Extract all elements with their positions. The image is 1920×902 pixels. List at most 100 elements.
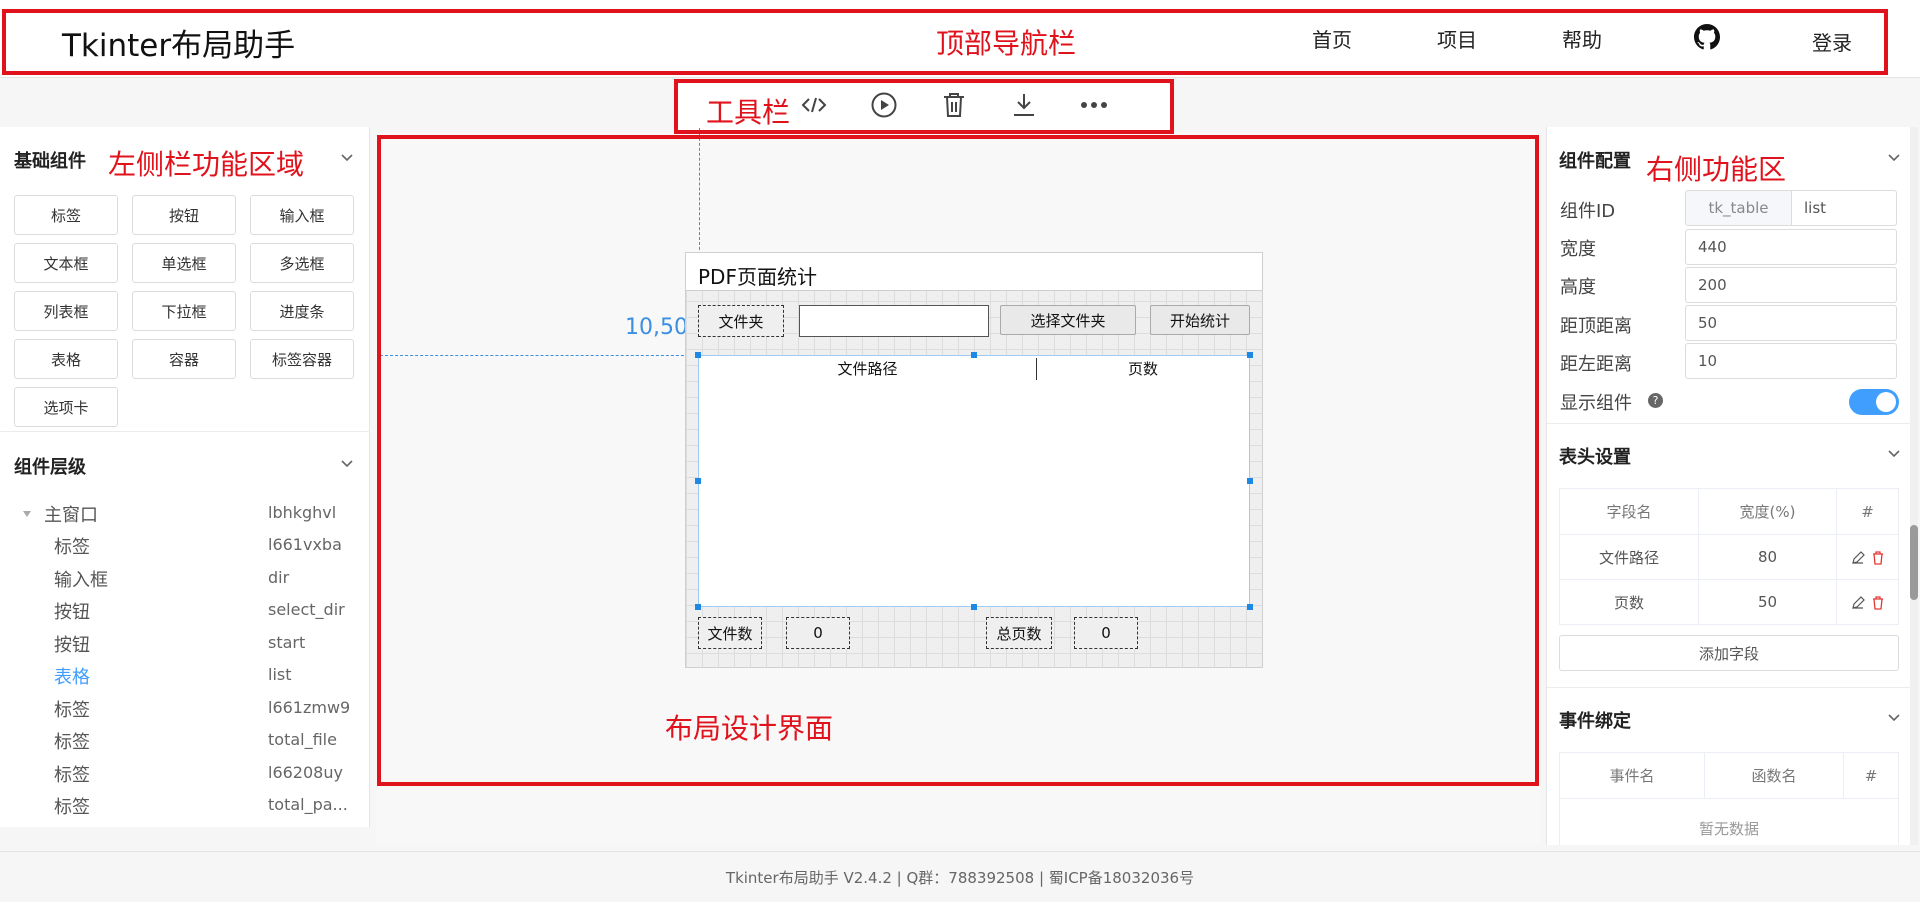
resize-handle[interactable] bbox=[971, 604, 977, 610]
right-scrollbar[interactable] bbox=[1910, 127, 1918, 845]
tree-item-label: 标签 bbox=[54, 765, 90, 786]
chevron-down-icon[interactable] bbox=[340, 457, 354, 471]
tree-item[interactable]: 标签 l66208uy bbox=[0, 761, 360, 791]
tree-item-selected[interactable]: 表格 list bbox=[0, 663, 360, 693]
header-row-field[interactable]: 文件路径 bbox=[1560, 535, 1698, 579]
tree-item[interactable]: 标签 l661vxba bbox=[0, 533, 360, 563]
tree-item-label: 标签 bbox=[54, 700, 90, 721]
widget-start-button[interactable]: 开始统计 bbox=[1150, 305, 1250, 335]
component-frame-button[interactable]: 容器 bbox=[132, 339, 236, 379]
component-entry-button[interactable]: 输入框 bbox=[250, 195, 354, 235]
resize-handle[interactable] bbox=[1247, 604, 1253, 610]
id-input[interactable]: list bbox=[1791, 190, 1897, 226]
basic-components-title[interactable]: 基础组件 bbox=[14, 147, 86, 173]
annotation-label-topbar: 顶部导航栏 bbox=[936, 27, 1077, 60]
footer: Tkinter布局助手 V2.4.2 | Q群：788392508 | 蜀ICP… bbox=[0, 851, 1920, 902]
show-component-label: 显示组件 bbox=[1560, 393, 1632, 414]
widget-folder-label[interactable]: 文件夹 bbox=[698, 305, 784, 337]
header-row-width[interactable]: 50 bbox=[1699, 580, 1836, 624]
guide-line-horizontal bbox=[380, 355, 699, 356]
login-link[interactable]: 登录 bbox=[1812, 27, 1852, 56]
left-sidebar: 基础组件 标签 按钮 输入框 文本框 单选框 多选框 列表框 下拉框 进度条 表… bbox=[0, 127, 370, 827]
event-table: 事件名 函数名 # 暂无数据 bbox=[1559, 752, 1899, 845]
chevron-down-icon[interactable] bbox=[1887, 711, 1901, 725]
widget-total-pages-label[interactable]: 总页数 bbox=[986, 617, 1052, 649]
tree-item[interactable]: 标签 total_file bbox=[0, 728, 360, 758]
event-binding-title[interactable]: 事件绑定 bbox=[1559, 707, 1631, 733]
event-col-actions: # bbox=[1864, 766, 1878, 785]
nav-projects[interactable]: 项目 bbox=[1437, 24, 1477, 53]
component-button-button[interactable]: 按钮 bbox=[132, 195, 236, 235]
add-field-button[interactable]: 添加字段 bbox=[1559, 635, 1899, 671]
tree-item[interactable]: 标签 l661zmw9 bbox=[0, 696, 360, 726]
edit-icon[interactable] bbox=[1851, 596, 1865, 610]
window-title[interactable]: PDF页面统计 bbox=[686, 253, 1262, 291]
height-input[interactable]: 200 bbox=[1685, 267, 1897, 303]
tree-item[interactable]: 按钮 start bbox=[0, 631, 360, 661]
table-header-pages: 页数 bbox=[1127, 359, 1158, 378]
show-component-toggle[interactable] bbox=[1849, 389, 1899, 415]
component-label-button[interactable]: 标签 bbox=[14, 195, 118, 235]
widget-table[interactable]: 文件路径 页数 bbox=[698, 355, 1250, 607]
resize-handle[interactable] bbox=[1247, 478, 1253, 484]
config-title[interactable]: 组件配置 bbox=[1559, 147, 1631, 173]
component-listbox-button[interactable]: 列表框 bbox=[14, 291, 118, 331]
tree-item-label: 表格 bbox=[54, 667, 90, 688]
widget-select-dir-button[interactable]: 选择文件夹 bbox=[1000, 305, 1136, 335]
component-checkbox-button[interactable]: 多选框 bbox=[250, 243, 354, 283]
header-row-field[interactable]: 页数 bbox=[1560, 580, 1698, 624]
left-offset-input[interactable]: 10 bbox=[1685, 343, 1897, 379]
resize-handle[interactable] bbox=[1247, 352, 1253, 358]
tree-item-label: 按钮 bbox=[54, 602, 90, 623]
design-window[interactable]: PDF页面统计 文件夹 选择文件夹 开始统计 文件路径 页数 文件数 0 总页数… bbox=[685, 252, 1263, 668]
tree-item[interactable]: 按钮 select_dir bbox=[0, 598, 360, 628]
resize-handle[interactable] bbox=[695, 352, 701, 358]
tree-item[interactable]: 标签 total_pa... bbox=[0, 793, 360, 823]
widget-total-pages-value[interactable]: 0 bbox=[1074, 617, 1138, 649]
divider bbox=[1547, 687, 1915, 688]
widget-file-count-value[interactable]: 0 bbox=[786, 617, 850, 649]
component-labelframe-button[interactable]: 标签容器 bbox=[250, 339, 354, 379]
top-offset-input[interactable]: 50 bbox=[1685, 305, 1897, 341]
header-settings-title[interactable]: 表头设置 bbox=[1559, 443, 1631, 469]
code-icon[interactable] bbox=[797, 88, 831, 122]
header-row-width[interactable]: 80 bbox=[1699, 535, 1836, 579]
widget-file-count-label[interactable]: 文件数 bbox=[698, 617, 762, 649]
nav-help[interactable]: 帮助 bbox=[1562, 24, 1602, 53]
widget-dir-entry[interactable] bbox=[799, 305, 989, 337]
delete-icon[interactable] bbox=[1871, 551, 1885, 565]
resize-handle[interactable] bbox=[695, 604, 701, 610]
more-icon[interactable] bbox=[1077, 88, 1111, 122]
app-title[interactable]: Tkinter布局助手 bbox=[62, 20, 295, 65]
nav-home[interactable]: 首页 bbox=[1312, 24, 1352, 53]
github-icon[interactable] bbox=[1694, 24, 1720, 50]
play-icon[interactable] bbox=[867, 88, 901, 122]
tree-item[interactable]: 输入框 dir bbox=[0, 566, 360, 596]
edit-icon[interactable] bbox=[1851, 551, 1865, 565]
help-icon[interactable]: ? bbox=[1648, 393, 1663, 408]
width-input[interactable]: 440 bbox=[1685, 229, 1897, 265]
tree-item-id: total_file bbox=[268, 730, 337, 749]
delete-icon[interactable] bbox=[1871, 596, 1885, 610]
hierarchy-title[interactable]: 组件层级 bbox=[14, 453, 86, 479]
chevron-down-icon[interactable] bbox=[1887, 151, 1901, 165]
component-text-button[interactable]: 文本框 bbox=[14, 243, 118, 283]
caret-down-icon[interactable] bbox=[22, 509, 32, 519]
component-combobox-button[interactable]: 下拉框 bbox=[132, 291, 236, 331]
resize-handle[interactable] bbox=[695, 478, 701, 484]
chevron-down-icon[interactable] bbox=[1887, 447, 1901, 461]
component-progressbar-button[interactable]: 进度条 bbox=[250, 291, 354, 331]
scrollbar-thumb[interactable] bbox=[1910, 525, 1918, 600]
tree-item-root[interactable]: 主窗口 lbhkghvl bbox=[0, 501, 360, 531]
component-table-button[interactable]: 表格 bbox=[14, 339, 118, 379]
component-radio-button[interactable]: 单选框 bbox=[132, 243, 236, 283]
id-label: 组件ID bbox=[1560, 201, 1616, 222]
download-icon[interactable] bbox=[1007, 88, 1041, 122]
component-notebook-button[interactable]: 选项卡 bbox=[14, 387, 118, 427]
resize-handle[interactable] bbox=[971, 352, 977, 358]
trash-icon[interactable] bbox=[937, 88, 971, 122]
header-col-width: 宽度(%) bbox=[1739, 503, 1796, 521]
chevron-down-icon[interactable] bbox=[340, 151, 354, 165]
id-prefix: tk_table bbox=[1685, 190, 1792, 226]
annotation-label-right: 右侧功能区 bbox=[1646, 153, 1787, 186]
